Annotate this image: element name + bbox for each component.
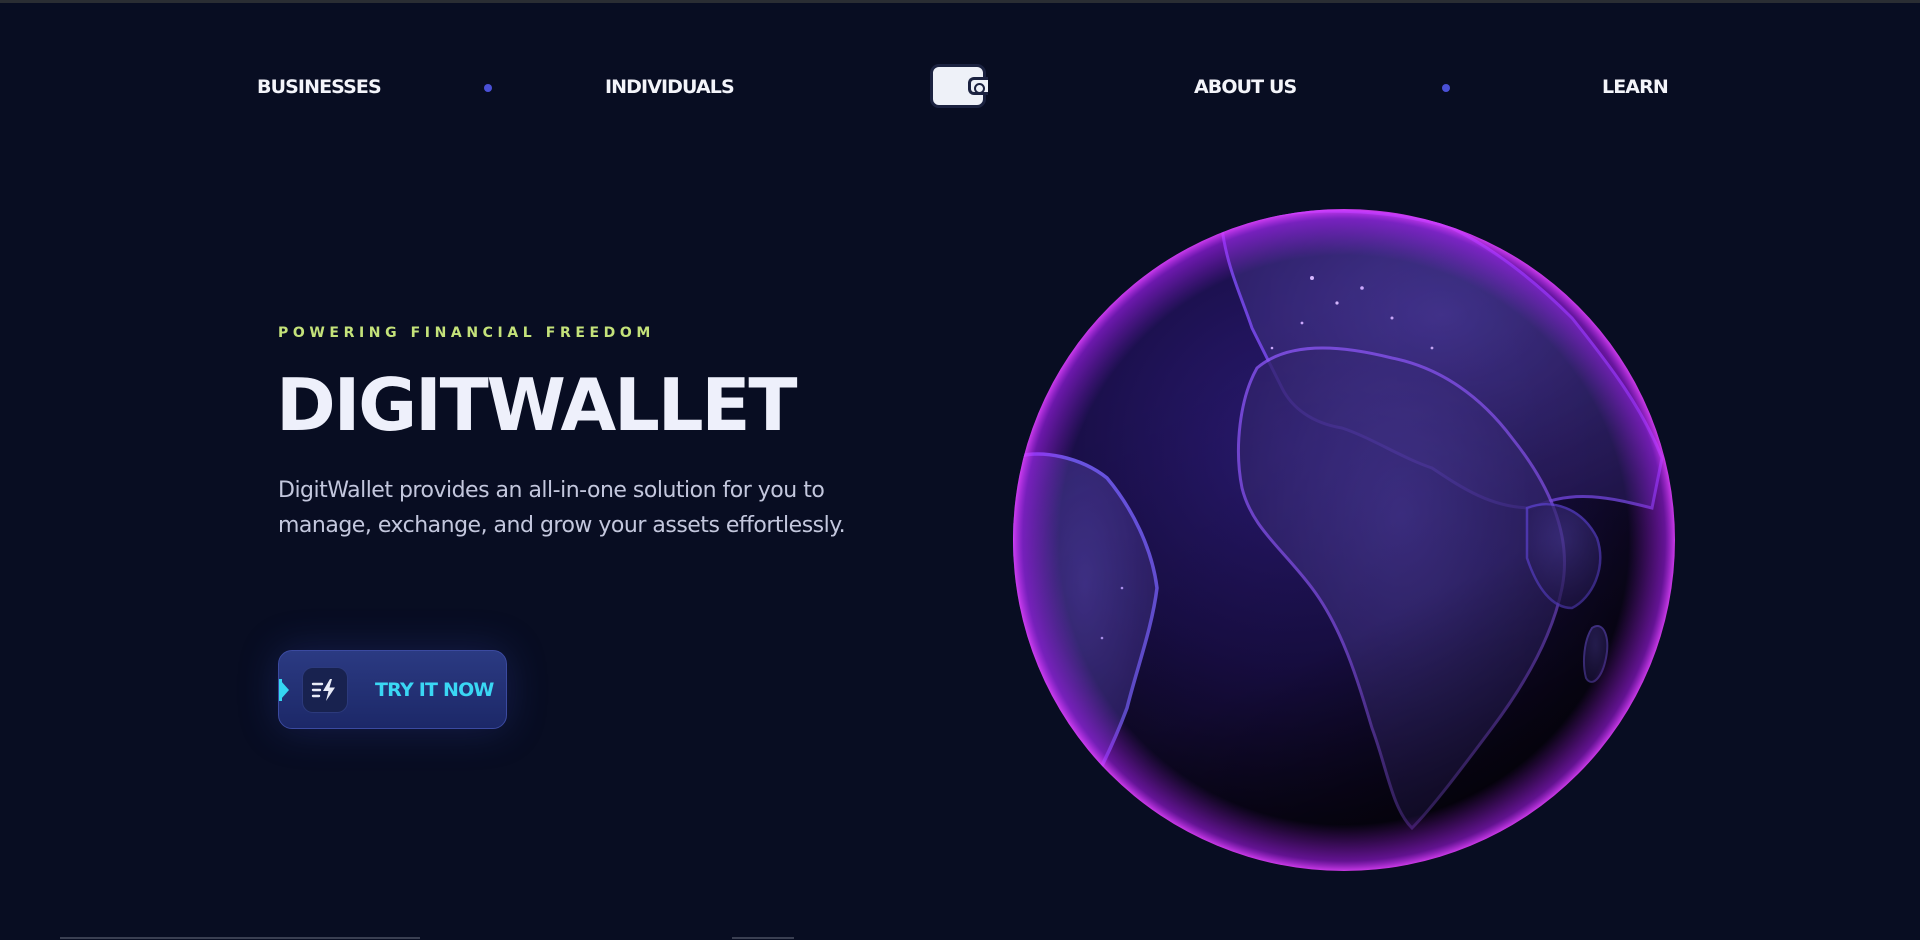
wallet-logo-icon[interactable] [930,64,990,112]
globe-illustration [1013,209,1675,871]
hero-title: DIGITWALLET [276,363,798,447]
cta-label: TRY IT NOW [375,679,494,701]
hero-description: DigitWallet provides an all-in-one solut… [278,478,846,538]
nav-link-individuals[interactable]: INDIVIDUALS [605,76,735,98]
nav-separator-dot [484,84,492,92]
nav-link-learn[interactable]: LEARN [1602,76,1669,98]
next-section-divider [60,937,420,939]
cta-accent-arrow [281,681,289,699]
nav-separator-dot [1442,84,1450,92]
globe-rim-glow [1013,209,1675,871]
next-section-divider [732,937,794,939]
try-it-now-button[interactable]: TRY IT NOW [278,650,507,729]
nav-link-businesses[interactable]: BUSINESSES [257,76,382,98]
landing-page: BUSINESSES INDIVIDUALS ABOUT US LEARN PO… [0,0,1920,940]
fast-bolt-icon [302,667,348,713]
wallet-clasp [968,77,988,95]
nav-link-about-us[interactable]: ABOUT US [1194,76,1297,98]
hero-eyebrow: POWERING FINANCIAL FREEDOM [278,325,655,341]
browser-top-border [0,0,1920,3]
